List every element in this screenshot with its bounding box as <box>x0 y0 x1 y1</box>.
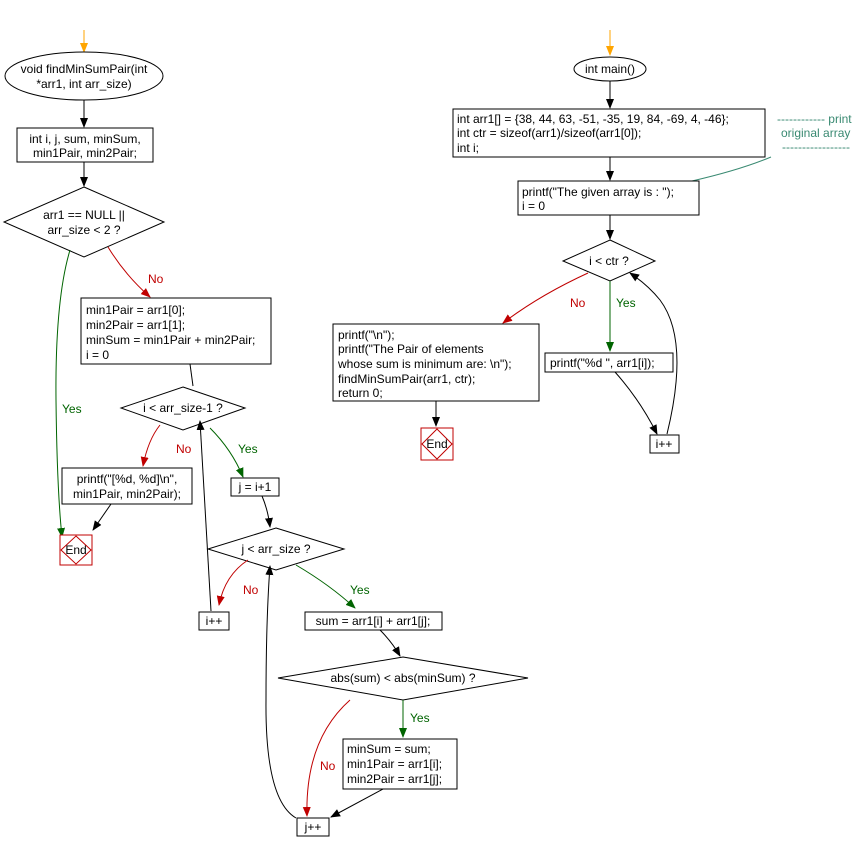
final-line: return 0; <box>338 386 383 400</box>
yes-label: Yes <box>410 711 430 725</box>
loop-back-arrow <box>196 420 212 612</box>
flowchart: void findMinSumPair(int *arr1, int arr_s… <box>2 30 852 837</box>
final-line: printf("\n"); <box>338 328 395 342</box>
decision-text: i < ctr ? <box>589 254 629 268</box>
print-line: printf("The given array is : "); <box>522 185 674 199</box>
print-line: i = 0 <box>522 199 545 213</box>
flow-arrow <box>330 788 384 818</box>
i-increment-text: i++ <box>206 614 223 628</box>
comment-line: ------------ print <box>777 112 852 126</box>
main-end-node: End <box>420 427 454 461</box>
flow-line <box>189 363 194 387</box>
update-line: min2Pair = arr1[j]; <box>347 772 442 786</box>
decision-line: arr_size < 2 ? <box>47 223 120 237</box>
declare-line: min1Pair, min2Pair; <box>33 146 137 160</box>
print-element-text: printf("%d ", arr1[i]); <box>550 356 655 370</box>
decision-line: arr1 == NULL || <box>43 208 125 222</box>
flow-arrow <box>261 495 273 528</box>
no-arrow <box>140 424 161 467</box>
comment-line: original array <box>781 126 850 140</box>
final-line: printf("The Pair of elements <box>338 342 484 356</box>
no-label: No <box>243 583 259 597</box>
flow-arrow <box>614 371 658 435</box>
loop-back-arrow <box>265 565 297 819</box>
init-line: min2Pair = arr1[1]; <box>86 318 185 332</box>
function-start-node <box>4 51 164 101</box>
main-start-text: int main() <box>585 62 635 76</box>
decision-text: i < arr_size-1 ? <box>143 401 223 415</box>
decision-text: j < arr_size ? <box>240 542 310 556</box>
flow-arrow <box>92 503 112 531</box>
comment-connector <box>691 156 772 182</box>
end-text: End <box>65 543 86 557</box>
declare-line: int ctr = sizeof(arr1)/sizeof(arr1[0]); <box>457 126 641 140</box>
update-line: min1Pair = arr1[i]; <box>347 757 442 771</box>
no-label: No <box>148 272 164 286</box>
main-flow: int main() int arr1[] = {38, 44, 63, -51… <box>332 30 852 461</box>
function-start-line: *arr1, int arr_size) <box>36 77 131 91</box>
no-arrow <box>107 246 151 298</box>
declare-line: int i; <box>457 141 479 155</box>
yes-label: Yes <box>350 583 370 597</box>
no-label: No <box>570 296 586 310</box>
end-node: End <box>59 534 93 566</box>
function-start-line: void findMinSumPair(int <box>21 62 148 76</box>
yes-arrow <box>295 564 356 609</box>
flow-arrow <box>379 629 401 657</box>
final-line: findMinSumPair(arr1, ctr); <box>338 372 475 386</box>
yes-label: Yes <box>616 296 636 310</box>
j-increment-text: j++ <box>304 820 322 834</box>
final-line: whose sum is minimum are: \n"); <box>337 357 512 371</box>
no-label: No <box>176 442 192 456</box>
update-line: minSum = sum; <box>347 742 431 756</box>
end-text: End <box>426 437 447 451</box>
init-line: min1Pair = arr1[0]; <box>86 303 185 317</box>
comment-line: ----------------- <box>782 140 850 154</box>
print-line: printf("[%d, %d]\n", <box>77 472 178 486</box>
decision-text: abs(sum) < abs(minSum) ? <box>330 671 475 685</box>
i-increment-text: i++ <box>656 437 673 451</box>
print-line: min1Pair, min2Pair); <box>73 487 181 501</box>
init-line: i = 0 <box>86 348 109 362</box>
null-check-decision <box>2 186 166 258</box>
init-line: minSum = min1Pair + min2Pair; <box>86 333 255 347</box>
j-init-text: j = i+1 <box>238 480 272 494</box>
declare-line: int arr1[] = {38, 44, 63, -51, -35, 19, … <box>457 112 729 126</box>
declare-line: int i, j, sum, minSum, <box>29 132 140 146</box>
no-label: No <box>320 759 336 773</box>
yes-label: Yes <box>238 442 258 456</box>
sum-text: sum = arr1[i] + arr1[j]; <box>316 614 431 628</box>
yes-label: Yes <box>62 402 82 416</box>
